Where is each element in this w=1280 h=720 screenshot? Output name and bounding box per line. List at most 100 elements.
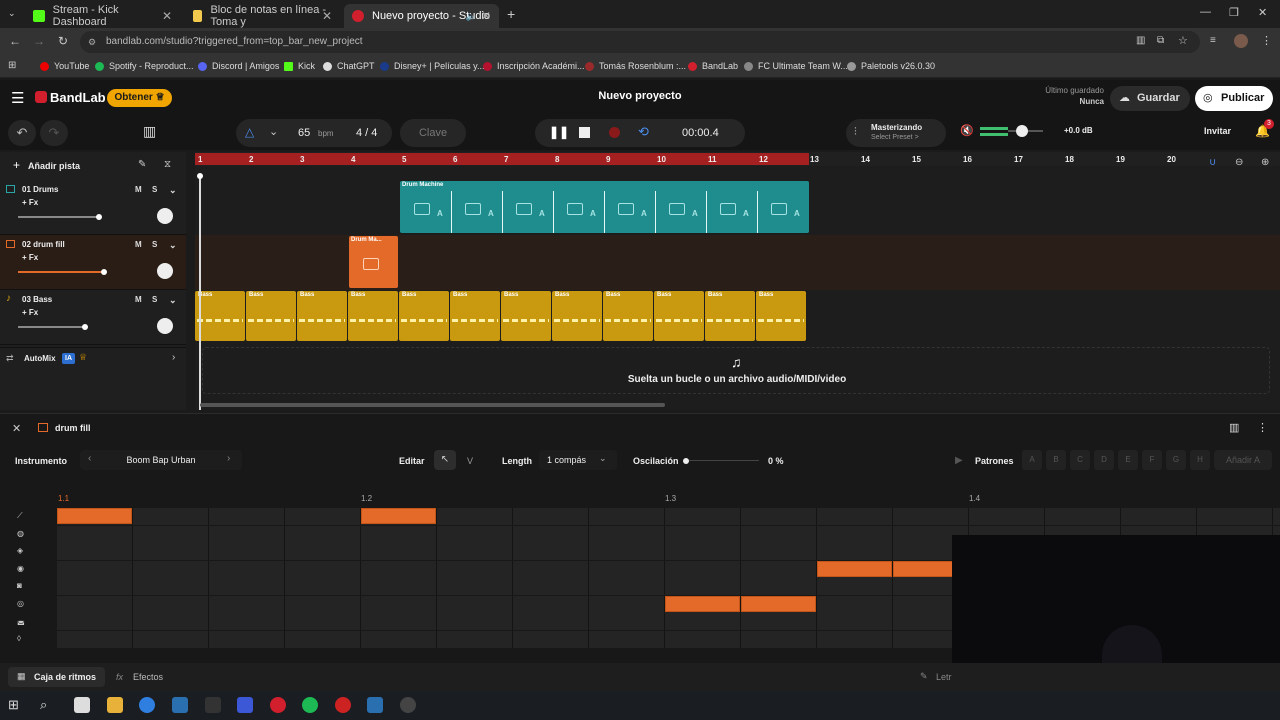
loop-icon[interactable]: ⟲: [638, 124, 649, 140]
close-icon[interactable]: ✕: [322, 9, 332, 23]
drum-icon[interactable]: ◙: [17, 581, 22, 590]
pattern-slot[interactable]: G: [1166, 450, 1186, 470]
star-icon[interactable]: ☆: [1178, 34, 1188, 47]
clip-bass[interactable]: Bass: [756, 291, 806, 341]
solo-button[interactable]: S: [152, 240, 157, 249]
add-pattern-button[interactable]: Añadir A: [1214, 450, 1272, 470]
chevron-down-icon[interactable]: ⌄: [169, 240, 177, 251]
mastering-button[interactable]: ⫶ Masterizando Select Preset >: [846, 119, 946, 147]
profile-avatar[interactable]: [1234, 34, 1248, 48]
bpm-value[interactable]: 65: [298, 127, 310, 139]
chevron-down-icon[interactable]: ⌄: [169, 185, 177, 196]
media-icon[interactable]: ≡: [1210, 35, 1216, 46]
kick-icon[interactable]: ◛: [17, 616, 25, 625]
add-fx-button[interactable]: + Fx: [22, 308, 38, 317]
bookmark-bandlab[interactable]: BandLab: [688, 61, 738, 71]
add-track-icon[interactable]: +: [13, 158, 20, 172]
bookmark-inscripcion[interactable]: Inscripción Académi...: [483, 61, 585, 71]
step-row[interactable]: [57, 508, 1280, 525]
clip-bass[interactable]: Bass: [195, 291, 245, 341]
play-pattern-icon[interactable]: ▶: [955, 455, 963, 466]
pan-knob[interactable]: [157, 208, 173, 224]
speaker-mute-icon[interactable]: 🔇: [960, 124, 974, 137]
bookmark-discord[interactable]: Discord | Amigos: [198, 61, 279, 71]
metronome-icon[interactable]: △: [245, 125, 254, 139]
spotify-icon[interactable]: [302, 697, 318, 713]
chevron-right-icon[interactable]: ›: [227, 453, 230, 464]
volume-handle[interactable]: [82, 324, 88, 330]
audio-icon[interactable]: 🔈: [466, 11, 477, 22]
windows-start-icon[interactable]: ⊞: [8, 697, 24, 713]
clip-bass[interactable]: Bass: [297, 291, 347, 341]
steam-icon[interactable]: [172, 697, 188, 713]
cymbal-icon[interactable]: ◈: [17, 546, 23, 555]
redo-button[interactable]: ↷: [40, 120, 68, 146]
site-info-icon[interactable]: ⚙: [88, 31, 96, 53]
piano-icon[interactable]: ▥: [143, 123, 156, 140]
add-fx-button[interactable]: + Fx: [22, 253, 38, 262]
volume-slider[interactable]: [18, 216, 100, 218]
split-icon[interactable]: ⧖: [164, 159, 171, 170]
volume-slider[interactable]: [18, 271, 104, 273]
app-icon[interactable]: [237, 697, 253, 713]
tab-bandlab[interactable]: Nuevo proyecto - Studio 🔈 ✕: [344, 4, 499, 28]
obs-icon[interactable]: [400, 697, 416, 713]
clip-drum-machine[interactable]: Drum Machine A A A A A A A A: [400, 181, 809, 233]
instrument-selector[interactable]: ‹ Boom Bap Urban ›: [80, 450, 242, 470]
swing-slider[interactable]: [689, 460, 759, 461]
opera-icon[interactable]: [335, 697, 351, 713]
track-drum-fill[interactable]: 02 drum fill + Fx M S ⌄: [0, 235, 186, 290]
chrome-icon[interactable]: [139, 697, 155, 713]
menu-icon[interactable]: ⋮: [1261, 34, 1272, 47]
url-field[interactable]: ⚙ bandlab.com/studio?triggered_from=top_…: [80, 31, 1200, 53]
new-tab-button[interactable]: +: [507, 6, 515, 22]
drop-zone[interactable]: ♫ Suelta un bucle o un archivo audio/MID…: [202, 347, 1270, 394]
track-name[interactable]: 03 Bass: [22, 295, 52, 304]
playhead-handle[interactable]: [197, 173, 203, 179]
lyrics-tab[interactable]: Letr: [936, 672, 952, 682]
time-signature[interactable]: 4 / 4: [356, 127, 377, 139]
tab-notes[interactable]: Bloc de notas en línea - Toma y ✕: [185, 4, 340, 28]
hihat-icon[interactable]: ◍: [17, 529, 24, 538]
master-volume-knob[interactable]: [1016, 125, 1028, 137]
pattern-slot[interactable]: D: [1094, 450, 1114, 470]
active-step[interactable]: [741, 595, 816, 612]
pattern-slot[interactable]: F: [1142, 450, 1162, 470]
close-icon[interactable]: ✕: [481, 9, 491, 23]
track-name[interactable]: 02 drum fill: [22, 240, 65, 249]
clip-bass[interactable]: Bass: [399, 291, 449, 341]
add-fx-button[interactable]: + Fx: [22, 198, 38, 207]
pattern-slot[interactable]: H: [1190, 450, 1210, 470]
clip-bass[interactable]: Bass: [552, 291, 602, 341]
snare-icon[interactable]: ◉: [17, 564, 24, 573]
pattern-slot[interactable]: C: [1070, 450, 1090, 470]
automix-row[interactable]: ⇄ AutoMix IA ♕ ›: [0, 347, 186, 369]
mute-button[interactable]: M: [135, 295, 142, 304]
restore-button[interactable]: ❐: [1229, 6, 1239, 19]
mute-button[interactable]: M: [135, 185, 142, 194]
clip-bass[interactable]: Bass: [450, 291, 500, 341]
reader-icon[interactable]: ▥: [1136, 35, 1145, 46]
clip-bass[interactable]: Bass: [348, 291, 398, 341]
stop-icon[interactable]: [579, 127, 590, 138]
clip-bass[interactable]: Bass: [603, 291, 653, 341]
bookmark-youtube[interactable]: YouTube: [40, 61, 89, 71]
project-title[interactable]: Nuevo proyecto: [560, 90, 720, 102]
add-track-button[interactable]: Añadir pista: [28, 161, 80, 171]
clip-bass[interactable]: Bass: [501, 291, 551, 341]
minimize-button[interactable]: —: [1200, 6, 1211, 18]
pattern-slot[interactable]: B: [1046, 450, 1066, 470]
store-icon[interactable]: [74, 697, 90, 713]
steam-icon[interactable]: [367, 697, 383, 713]
volume-handle[interactable]: [101, 269, 107, 275]
pause-icon[interactable]: ❚❚: [549, 125, 569, 139]
select-tool-icon[interactable]: ↖: [434, 450, 456, 470]
swing-handle[interactable]: [683, 458, 689, 464]
pan-knob[interactable]: [157, 318, 173, 334]
track-drums[interactable]: 01 Drums + Fx M S ⌄: [0, 180, 186, 235]
chevron-right-icon[interactable]: ›: [172, 352, 175, 363]
active-step[interactable]: [665, 595, 740, 612]
close-icon[interactable]: ✕: [12, 422, 21, 435]
active-step[interactable]: [57, 508, 132, 524]
hamburger-icon[interactable]: ☰: [11, 89, 24, 107]
